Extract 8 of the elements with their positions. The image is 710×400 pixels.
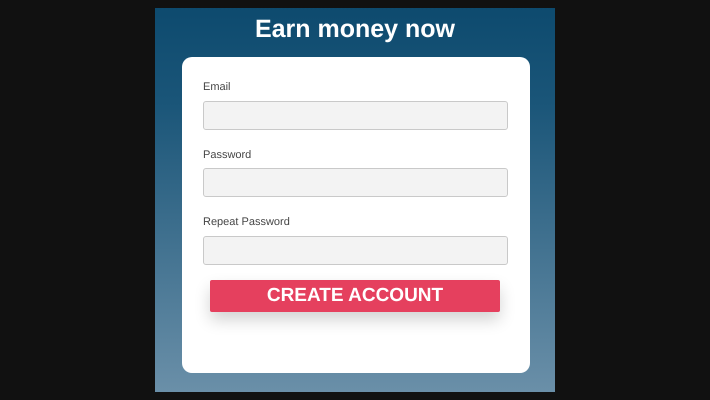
field-label: Email [203,80,232,95]
field-label: Password [203,148,252,162]
input-field[interactable] [203,100,508,130]
input-field[interactable] [203,168,508,197]
input-field[interactable] [203,236,508,264]
heading: Earn money now [254,14,456,45]
field-label: Repeat Password [203,215,291,230]
create-account-button[interactable]: CREATE ACCOUNT [210,280,500,312]
